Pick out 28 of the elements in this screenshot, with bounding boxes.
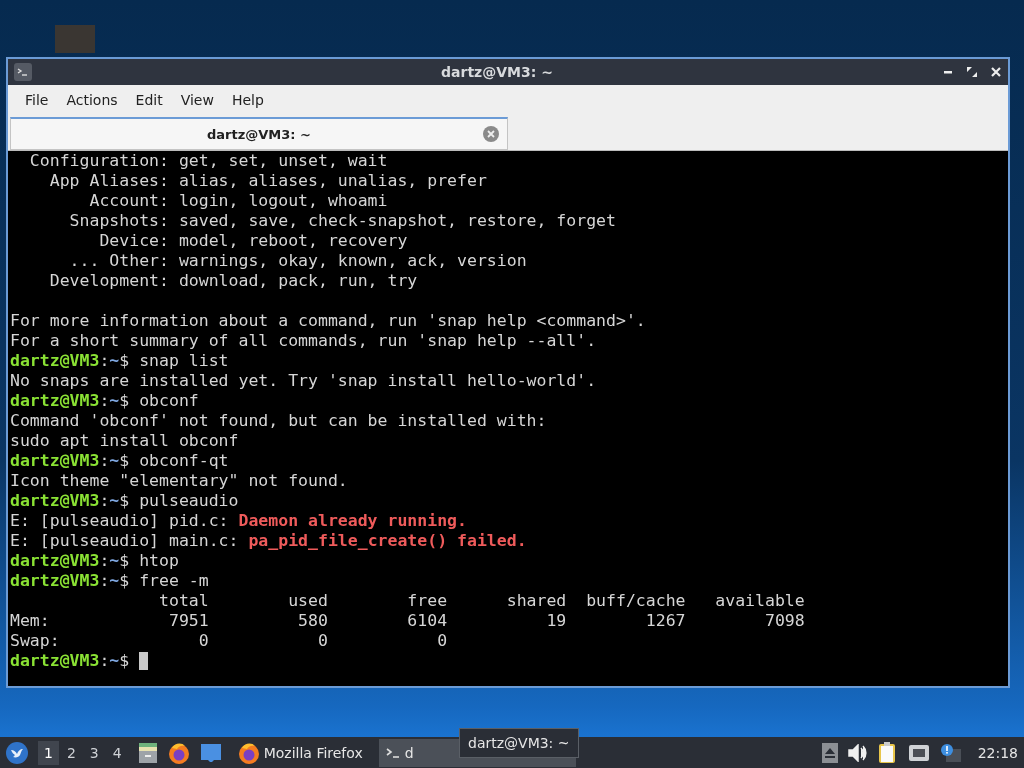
terminal-line: dartz@VM3:~$ snap list: [10, 351, 229, 371]
terminal-line: Device: model, reboot, recovery: [98, 231, 409, 251]
terminal-line: dartz@VM3:~$ pulseaudio: [10, 491, 239, 511]
terminal-line: dartz@VM3:~$ obconf-qt: [10, 451, 229, 471]
terminal-line: For a short summary of all commands, run 'snap help --all'.: [10, 331, 598, 351]
terminal-line: dartz@VM3:~$: [10, 651, 130, 671]
terminal-line: E: [pulseaudio] pid.c: Daemon already running.: [10, 511, 468, 531]
terminal-line: Mem: 7951 580 6104 19 1267 7098: [10, 611, 806, 631]
terminal-line: For more information about a command, run 'snap help <command>'.: [10, 311, 647, 331]
terminal-line: Snapshots: saved, save, check-snapshot, restore, forget: [68, 211, 617, 231]
terminal-line: ... Other: warnings, okay, known, ack, version: [68, 251, 528, 271]
tooltip: dartz@VM3: ~: [459, 728, 579, 758]
terminal-line: total used free shared buff/cache available: [158, 591, 806, 611]
terminal-line: Icon theme "elementary" not found.: [10, 471, 349, 491]
terminal-line: App Aliases: alias, aliases, unalias, prefer: [48, 171, 488, 191]
terminal-line: dartz@VM3:~$ obconf: [10, 391, 199, 411]
terminal-line: Account: login, logout, whoami: [88, 191, 389, 211]
terminal-line: No snaps are installed yet. Try 'snap install hello-world'.: [10, 371, 598, 391]
window-title: dartz@VM3: ~: [440, 64, 554, 80]
terminal-line: E: [pulseaudio] main.c: pa_pid_file_create() failed.: [10, 531, 528, 551]
terminal-line: Command 'obconf' not found, but can be installed with:: [10, 411, 548, 431]
terminal-line: dartz@VM3:~$ htop: [10, 551, 179, 571]
terminal-line: Swap: 0 0 0: [10, 631, 449, 651]
terminal-line: Development: download, pack, run, try: [48, 271, 419, 291]
terminal-line: dartz@VM3:~$ free -m: [10, 571, 209, 591]
terminal-line: Configuration: get, set, unset, wait: [28, 151, 389, 171]
terminal-line: sudo apt install obconf: [10, 431, 240, 451]
clock: 22:18: [977, 744, 1018, 761]
